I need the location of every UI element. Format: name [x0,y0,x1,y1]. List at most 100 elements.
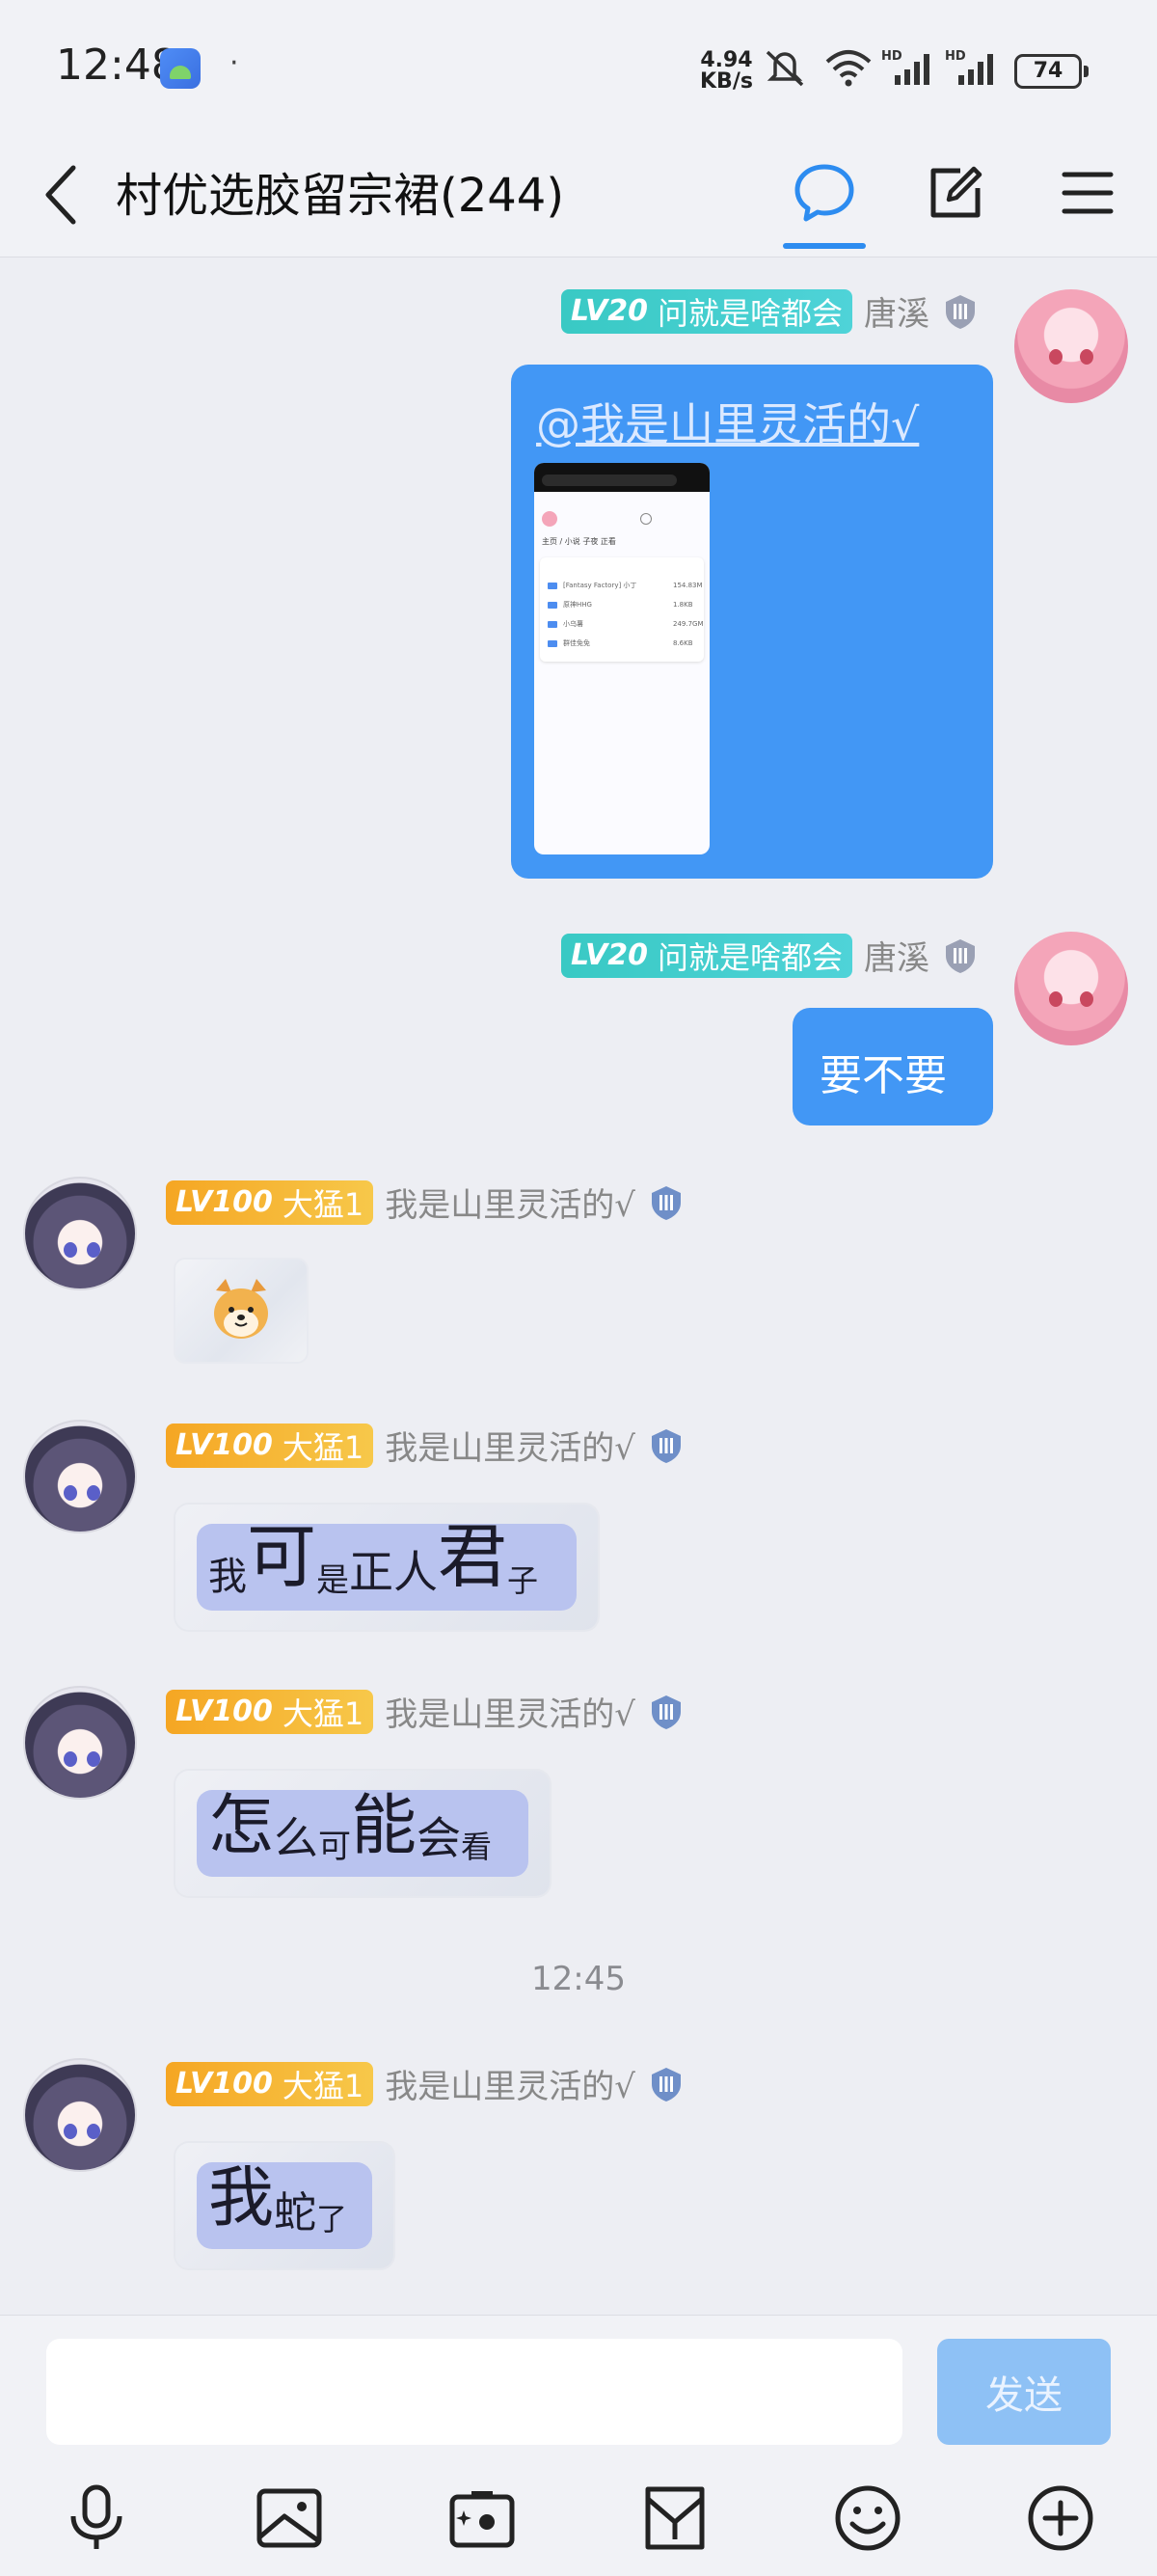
styled-char: 可 [247,1516,317,1597]
avatar-self[interactable] [1014,289,1128,403]
avatar-eye [64,1242,77,1258]
styled-char: 看 [461,1829,493,1865]
mention-link[interactable]: @我是山里灵活的√ [536,390,919,453]
dog-face-icon [214,1279,268,1339]
plus-icon [1028,2485,1093,2551]
sender-name[interactable]: 我是山里灵活的√ [385,1422,635,1469]
back-button[interactable] [35,156,89,233]
chat-bubble-icon [794,164,854,222]
shield-icon [651,1428,681,1463]
avatar-eye [1049,991,1063,1007]
message-meta: LV100 大猛1 我是山里灵活的√ [166,1422,686,1469]
message-meta: LV100 大猛1 我是山里灵活的√ [166,2060,686,2107]
sender-name[interactable]: 我是山里灵活的√ [385,2060,635,2107]
menu-button[interactable] [1049,154,1126,231]
avatar-eye [1080,349,1093,365]
shield-icon [651,2067,681,2101]
level-badge: LV20 [571,938,648,972]
screenshot-row: 原神HHG 1.8KB [548,600,693,610]
chevron-left-icon [45,165,76,225]
avatar-other[interactable] [23,1177,137,1290]
message-text: 要不要 [820,1051,947,1100]
image-icon [256,2488,322,2548]
status-bar: 12:48 · 4.94 KB/s HD HD 74 [0,0,1157,135]
styled-char: 正 [349,1546,394,1598]
sender-name[interactable]: 唐溪 [864,932,929,979]
group-title: 村优选胶留宗裙(244) [116,169,565,223]
file-name: 原神HHG [563,601,592,609]
avatar-other[interactable] [23,2058,137,2172]
folder-icon [548,620,557,628]
sender-name[interactable]: 我是山里灵活的√ [385,1688,635,1735]
level-badge: LV100 [175,1428,273,1462]
title-badge-text: 大猛1 [282,2067,364,2104]
emoji-icon [835,2485,901,2551]
folder-icon [548,582,557,589]
signal-icon-2: HD [945,49,993,85]
file-size: 8.6KB [673,639,693,647]
sticker-bubble[interactable] [175,1260,307,1362]
message-bubble[interactable]: 要不要 [793,1008,993,1125]
emoji-button[interactable] [829,2480,906,2557]
avatar-eye [87,1242,100,1258]
folder-icon [548,601,557,609]
chat-tab-button[interactable] [786,154,863,231]
battery-indicator: 74 [1014,54,1089,89]
avatar-eye [87,2124,100,2139]
styled-message-bubble[interactable]: 怎 么 可 能 会 看 [175,1771,550,1896]
send-button[interactable]: 发送 [937,2339,1111,2445]
file-size: 154.83M [673,582,703,589]
screenshot-row: 群佳免免 8.6KB [548,638,693,648]
title-badge-text: 大猛1 [282,1185,364,1223]
shield-icon [946,294,975,329]
edit-button[interactable] [917,154,994,231]
image-button[interactable] [251,2480,328,2557]
screenshot-search-icon [640,513,652,525]
styled-char: 蛇 [274,2188,317,2237]
file-size: 249.7GM [673,620,704,628]
avatar-other[interactable] [23,1686,137,1800]
file-name: 小乌薯 [563,620,583,628]
more-button[interactable] [1022,2480,1099,2557]
avatar-eye [64,1485,77,1501]
screenshot-file-list: [Fantasy Factory] 小丁 154.83M 原神HHG 1.8KB 小… [540,557,704,662]
edit-icon [930,166,982,218]
message-meta: LV100 大猛1 我是山里灵活的√ [166,1688,686,1735]
network-speed-value: 4.94 [700,48,753,72]
signal-icon-1: HD [881,49,929,85]
camera-button[interactable] [444,2480,521,2557]
active-tab-indicator [783,243,866,249]
styled-message-bubble[interactable]: 我 蛇 了 [175,2143,393,2268]
title-badge: LV20 问就是啥都会 [561,288,852,334]
file-size: 1.8KB [673,601,693,609]
sender-name[interactable]: 唐溪 [864,287,929,335]
shared-screenshot[interactable]: 主页 / 小说 子夜 正看 [Fantasy Factory] 小丁 154.83… [534,463,710,854]
title-badge-text: 大猛1 [282,1695,364,1732]
message-bubble[interactable]: @我是山里灵活的√ 主页 / 小说 子夜 正看 [Fantasy Factory… [511,365,993,879]
styled-char: 能 [351,1788,417,1864]
styled-char: 了 [316,2201,348,2237]
title-badge-text: 大猛1 [282,1428,364,1466]
styled-message-bubble[interactable]: 我 可 是 正 人 君 子 [175,1505,598,1630]
title-badge-text: 问就是啥都会 [657,938,843,976]
status-dot: · [229,46,239,80]
voice-button[interactable] [58,2480,135,2557]
file-name: 群佳免免 [563,639,590,647]
message-input[interactable] [46,2339,902,2445]
sender-name[interactable]: 我是山里灵活的√ [385,1179,635,1226]
title-badge-text: 问就是啥都会 [657,294,843,332]
avatar-eye [87,1751,100,1767]
menu-icon [1062,172,1114,214]
avatar-other[interactable] [23,1420,137,1533]
styled-char: 子 [507,1562,539,1599]
svg-text:HD: HD [945,49,966,64]
file-button[interactable] [636,2480,713,2557]
svg-text:HD: HD [881,49,902,64]
avatar-self[interactable] [1014,932,1128,1045]
screenshot-urlbar [542,475,677,486]
level-badge: LV20 [571,294,648,328]
level-badge: LV100 [175,1185,273,1219]
title-badge: LV100 大猛1 [166,1423,374,1468]
styled-char: 人 [393,1546,439,1598]
styled-char: 可 [318,1828,352,1866]
